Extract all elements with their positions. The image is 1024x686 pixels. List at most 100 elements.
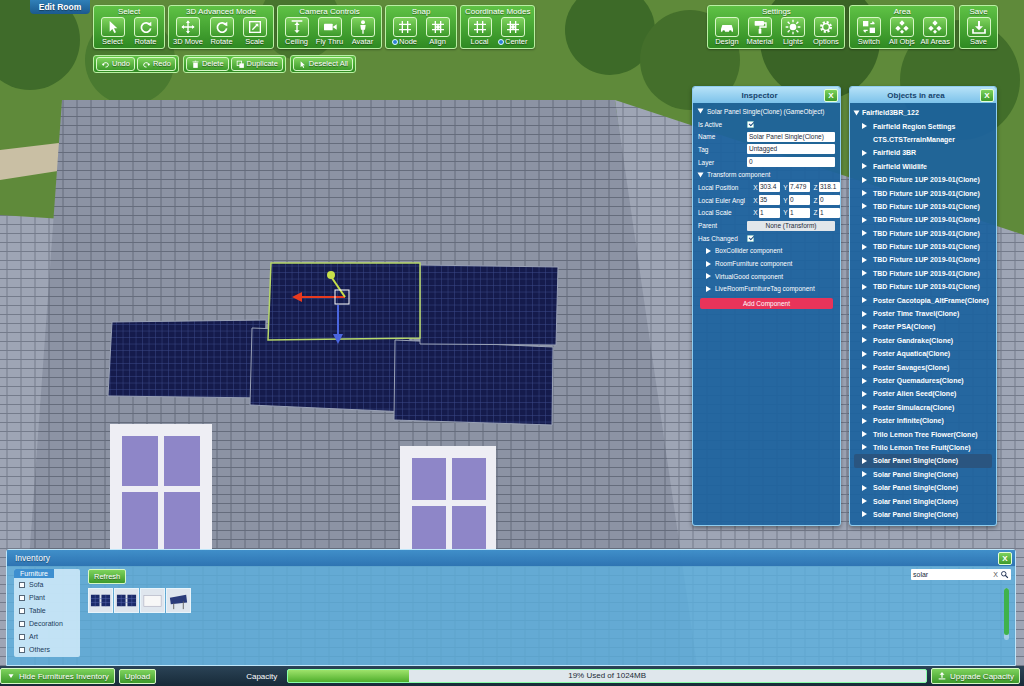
- tree-item[interactable]: Poster Cacotopia_AltFrame(Clone): [854, 293, 992, 306]
- tool-button[interactable]: Fly Thru: [314, 17, 345, 46]
- expand-icon[interactable]: [706, 261, 711, 267]
- object-header[interactable]: Solar Panel Single(Clone) (GameObject): [698, 105, 835, 118]
- inventory-item[interactable]: [140, 588, 165, 613]
- category-checkbox[interactable]: [19, 621, 25, 627]
- upload-button[interactable]: Upload: [119, 669, 156, 684]
- component-header[interactable]: BoxCollider component: [698, 245, 835, 258]
- expand-icon[interactable]: [698, 172, 704, 177]
- tool-button[interactable]: Rotate: [206, 17, 237, 46]
- solar-panel[interactable]: [108, 320, 266, 398]
- tool-button[interactable]: Avatar: [347, 17, 378, 46]
- search-field[interactable]: solarX: [911, 569, 1011, 580]
- tool-button[interactable]: Switch: [853, 17, 884, 46]
- tree-item[interactable]: Poster PSA(Clone): [854, 320, 992, 333]
- tool-button[interactable]: All Objs: [886, 17, 917, 46]
- tree-item[interactable]: Poster Aquatica(Clone): [854, 347, 992, 360]
- expand-icon[interactable]: [862, 311, 867, 317]
- tool-button[interactable]: 3D Move: [172, 17, 204, 46]
- tree-item[interactable]: Fairfield Wildlife: [854, 160, 992, 173]
- inspector-panel[interactable]: InspectorX Solar Panel Single(Clone) (Gam…: [692, 86, 841, 526]
- expand-icon[interactable]: [862, 404, 867, 410]
- tree-item[interactable]: Poster Simulacra(Clone): [854, 401, 992, 414]
- expand-icon[interactable]: [862, 150, 867, 156]
- expand-icon[interactable]: [862, 270, 867, 276]
- tool-button[interactable]: Align: [422, 17, 453, 46]
- tree-item[interactable]: Solar Panel Single(Clone): [854, 494, 992, 507]
- number-field[interactable]: 318.1: [819, 182, 840, 192]
- expand-icon[interactable]: [862, 257, 867, 263]
- category-tab[interactable]: Furniture: [14, 569, 54, 578]
- tree-item[interactable]: Solar Panel Single(Clone): [854, 508, 992, 521]
- transform-header[interactable]: Transform component: [698, 168, 835, 181]
- text-field[interactable]: Untagged: [747, 144, 835, 154]
- expand-icon[interactable]: [862, 244, 867, 250]
- radio-indicator[interactable]: [498, 39, 504, 45]
- number-field[interactable]: 7.479: [789, 182, 810, 192]
- tree-item[interactable]: TBD Fixture 1UP 2019-01(Clone): [854, 227, 992, 240]
- tool-button[interactable]: Options: [810, 17, 841, 46]
- expand-icon[interactable]: [862, 230, 867, 236]
- hide-inventory-button[interactable]: Hide Furnitures Inventory: [0, 668, 115, 684]
- tree-item[interactable]: Poster Savages(Clone): [854, 360, 992, 373]
- tree-item[interactable]: TBD Fixture 1UP 2019-01(Clone): [854, 240, 992, 253]
- tree-item[interactable]: Solar Panel Single(Clone): [854, 481, 992, 494]
- move-gizmo[interactable]: [292, 271, 349, 344]
- panel-header[interactable]: InspectorX: [693, 87, 840, 103]
- expand-icon[interactable]: [862, 177, 867, 183]
- category-checkbox[interactable]: [19, 647, 25, 653]
- expand-icon[interactable]: [862, 511, 867, 517]
- expand-icon[interactable]: [862, 324, 867, 330]
- component-header[interactable]: VirtualGood component: [698, 270, 835, 283]
- expand-icon[interactable]: [706, 286, 711, 292]
- close-button[interactable]: X: [980, 89, 994, 102]
- tree-item[interactable]: Trilo Lemon Tree Fruit(Clone): [854, 441, 992, 454]
- add-component-button[interactable]: Add Component: [700, 298, 833, 309]
- category-item[interactable]: Plant: [14, 591, 80, 604]
- category-item[interactable]: Others: [14, 643, 80, 656]
- tree-item[interactable]: Trilo Lemon Tree Flower(Clone): [854, 427, 992, 440]
- tool-button[interactable]: Rotate: [130, 17, 161, 46]
- tree-item[interactable]: TBD Fixture 1UP 2019-01(Clone): [854, 267, 992, 280]
- solar-panel[interactable]: [420, 265, 558, 345]
- edit-button[interactable]: Redo: [137, 57, 176, 71]
- number-field[interactable]: 35: [759, 195, 780, 205]
- number-field[interactable]: 1: [819, 208, 840, 218]
- tree-item[interactable]: Poster Time Travel(Clone): [854, 307, 992, 320]
- category-checkbox[interactable]: [19, 608, 25, 614]
- tree-item[interactable]: TBD Fixture 1UP 2019-01(Clone): [854, 173, 992, 186]
- mode-tab[interactable]: Edit Room: [30, 0, 90, 14]
- expand-icon[interactable]: [698, 109, 704, 114]
- tree-item[interactable]: Fairfield Region Settings: [854, 119, 992, 132]
- tree-root[interactable]: Fairfield3BR_122: [854, 106, 992, 119]
- magnifier-icon[interactable]: [1000, 570, 1009, 579]
- category-checkbox[interactable]: [19, 582, 25, 588]
- tree-item[interactable]: Poster Alien Seed(Clone): [854, 387, 992, 400]
- expand-icon[interactable]: [862, 203, 867, 209]
- expand-icon[interactable]: [862, 190, 867, 196]
- tree-item[interactable]: Poster Gandrake(Clone): [854, 334, 992, 347]
- tree-item[interactable]: Poster Quemadures(Clone): [854, 374, 992, 387]
- category-item[interactable]: Decoration: [14, 617, 80, 630]
- parent-field[interactable]: None (Transform): [747, 221, 835, 231]
- tree-item[interactable]: TBD Fixture 1UP 2019-01(Clone): [854, 213, 992, 226]
- tool-button[interactable]: Node: [389, 17, 420, 46]
- expand-icon[interactable]: [862, 163, 867, 169]
- tree-item[interactable]: Solar Panel Single(Clone): [854, 468, 992, 481]
- number-field[interactable]: 303.4: [759, 182, 780, 192]
- tool-button[interactable]: Ceiling: [281, 17, 312, 46]
- tree-item[interactable]: CTS.CTSTerrainManager: [854, 133, 992, 146]
- objects-panel[interactable]: Objects in areaXFairfield3BR_122Fairfiel…: [849, 86, 997, 526]
- radio-indicator[interactable]: [392, 39, 398, 45]
- expand-icon[interactable]: [862, 378, 867, 384]
- expand-icon[interactable]: [862, 431, 867, 437]
- refresh-button[interactable]: Refresh: [88, 569, 126, 584]
- category-item[interactable]: Table: [14, 604, 80, 617]
- tool-button[interactable]: Select: [97, 17, 128, 46]
- expand-icon[interactable]: [862, 351, 867, 357]
- has-changed-checkbox[interactable]: [747, 235, 754, 242]
- category-checkbox[interactable]: [19, 595, 25, 601]
- edit-button[interactable]: Deselect All: [293, 57, 353, 71]
- category-item[interactable]: Sofa: [14, 578, 80, 591]
- close-button[interactable]: X: [824, 89, 838, 102]
- number-field[interactable]: 0: [789, 195, 810, 205]
